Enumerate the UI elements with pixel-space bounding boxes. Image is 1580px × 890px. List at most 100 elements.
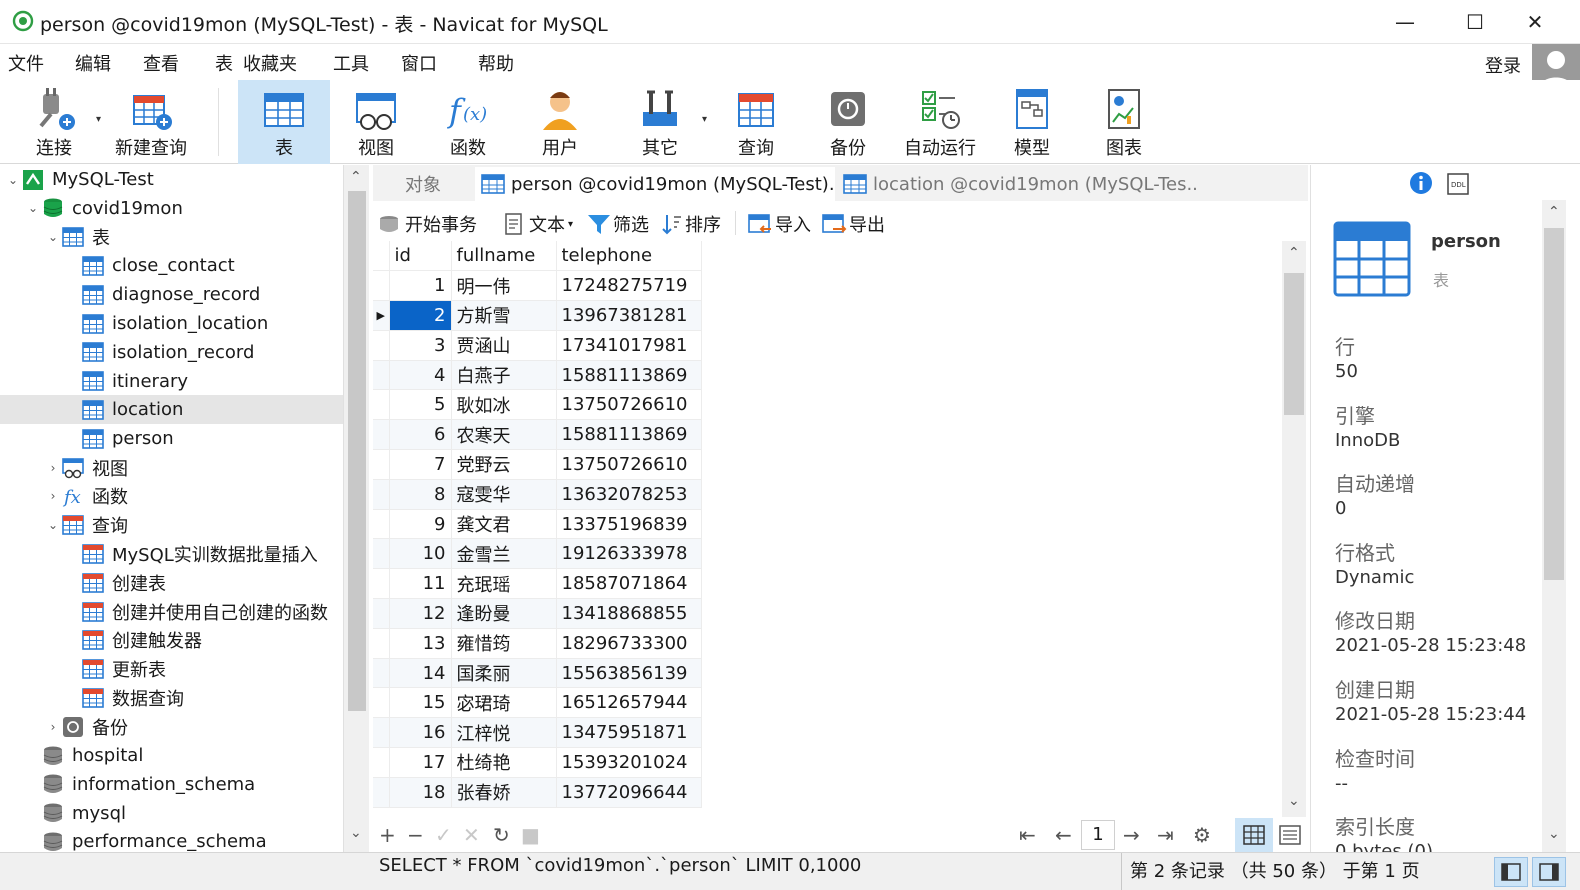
row-selector[interactable] (373, 270, 390, 302)
tree-item-数据查询[interactable]: 数据查询 (0, 683, 343, 712)
cell-telephone[interactable]: 13967381281 (556, 300, 702, 331)
table-row[interactable]: 14 国柔丽 15563856139 (373, 658, 702, 689)
cell-fullname[interactable]: 充珉瑶 (451, 568, 557, 600)
tree-item-备份[interactable]: › 备份 (0, 712, 343, 741)
menu-file[interactable]: 文件 (8, 50, 44, 76)
tree-scroll-thumb[interactable] (348, 191, 366, 711)
cell-fullname[interactable]: 江梓悦 (451, 717, 557, 749)
cell-id[interactable]: 7 (389, 449, 452, 480)
row-selector[interactable] (373, 717, 390, 749)
view-tool-button[interactable]: 视图 (330, 80, 422, 164)
scroll-up-icon[interactable]: ⌃ (1548, 204, 1560, 220)
cell-telephone[interactable]: 13418868855 (556, 598, 702, 629)
row-selector[interactable] (373, 747, 390, 778)
table-row[interactable]: 11 充珉瑶 18587071864 (373, 568, 702, 600)
auto-run-tool-button[interactable]: 自动运行 (894, 80, 986, 164)
row-selector[interactable] (373, 419, 390, 451)
expand-chevron-right-icon[interactable]: › (44, 461, 62, 475)
cell-telephone[interactable]: 15881113869 (556, 360, 702, 391)
toggle-right-panel-button[interactable] (1532, 857, 1566, 887)
row-selector[interactable] (373, 449, 390, 480)
grid-scroll-thumb[interactable] (1284, 273, 1304, 415)
cell-telephone[interactable]: 13632078253 (556, 479, 702, 510)
table-row[interactable]: 15 宓珺琦 16512657944 (373, 687, 702, 719)
tab-person[interactable]: person @covid19mon (MySQL-Test)... (475, 167, 835, 201)
expand-chevron-down-icon[interactable]: ⌄ (4, 173, 22, 187)
tree-item-isolation_record[interactable]: isolation_record (0, 338, 343, 367)
next-page-icon[interactable]: → (1123, 823, 1140, 847)
table-row[interactable]: 6 农寒天 15881113869 (373, 419, 702, 451)
cell-telephone[interactable]: 13772096644 (556, 777, 702, 808)
row-selector[interactable] (373, 687, 390, 719)
cell-telephone[interactable]: 13475951871 (556, 717, 702, 749)
cell-fullname[interactable]: 农寒天 (451, 419, 557, 451)
cell-telephone[interactable]: 13750726610 (556, 449, 702, 480)
cell-fullname[interactable]: 金雪兰 (451, 538, 557, 570)
column-header-fullname[interactable]: fullname (451, 241, 557, 272)
table-row[interactable]: 13 雍惜筠 18296733300 (373, 628, 702, 659)
row-selector[interactable] (373, 568, 390, 600)
delete-record-icon[interactable]: − (407, 823, 424, 847)
cell-telephone[interactable]: 16512657944 (556, 687, 702, 719)
cell-id[interactable]: 8 (389, 479, 452, 510)
page-number-input[interactable]: 1 (1081, 820, 1115, 850)
cell-id[interactable]: 17 (389, 747, 452, 778)
previous-page-icon[interactable]: ← (1055, 823, 1072, 847)
cell-fullname[interactable]: 方斯雪 (451, 300, 557, 331)
tree-item-表[interactable]: ⌄ 表 (0, 223, 343, 252)
menu-view[interactable]: 查看 (143, 50, 179, 76)
table-row[interactable]: 5 耿如冰 13750726610 (373, 389, 702, 421)
connect-dropdown-icon[interactable]: ▾ (96, 114, 101, 125)
tree-item-查询[interactable]: ⌄ 查询 (0, 511, 343, 540)
cell-fullname[interactable]: 杜绮艳 (451, 747, 557, 778)
table-tool-button[interactable]: 表 (238, 80, 330, 164)
user-tool-button[interactable]: 用户 (514, 80, 606, 164)
ddl-icon[interactable]: DDL (1447, 173, 1469, 199)
menu-edit[interactable]: 编辑 (75, 50, 111, 76)
expand-chevron-down-icon[interactable]: ⌄ (24, 201, 42, 215)
cell-fullname[interactable]: 白燕子 (451, 360, 557, 391)
row-selector[interactable] (373, 389, 390, 421)
cell-fullname[interactable]: 寇雯华 (451, 479, 557, 510)
tree-item-mysql实训数据批量插入[interactable]: MySQL实训数据批量插入 (0, 539, 343, 568)
tree-item-mysql-test[interactable]: ⌄ MySQL-Test (0, 165, 343, 194)
first-page-icon[interactable]: ⇤ (1019, 823, 1036, 847)
form-view-button[interactable] (1275, 818, 1305, 852)
row-selector[interactable] (373, 538, 390, 570)
import-button[interactable]: 导入 (747, 211, 811, 237)
minimize-button[interactable]: — (1370, 0, 1440, 44)
tree-scrollbar[interactable]: ⌃ ⌄ (343, 165, 369, 852)
last-page-icon[interactable]: ⇥ (1157, 823, 1174, 847)
expand-chevron-down-icon[interactable]: ⌄ (44, 518, 62, 532)
table-row[interactable]: 7 党野云 13750726610 (373, 449, 702, 480)
cell-id[interactable]: 3 (389, 330, 452, 361)
cell-fullname[interactable]: 逢盼曼 (451, 598, 557, 629)
tree-item-location[interactable]: location (0, 395, 343, 425)
tree-item-information_schema[interactable]: information_schema (0, 770, 343, 799)
close-button[interactable]: ✕ (1500, 0, 1570, 44)
tree-item-视图[interactable]: › 视图 (0, 453, 343, 482)
tree-item-diagnose_record[interactable]: diagnose_record (0, 280, 343, 309)
cell-id[interactable]: 16 (389, 717, 452, 749)
refresh-icon[interactable]: ↻ (493, 823, 510, 847)
filter-button[interactable]: 筛选 (587, 211, 649, 237)
table-row[interactable]: 16 江梓悦 13475951871 (373, 717, 702, 749)
cell-fullname[interactable]: 张春娇 (451, 777, 557, 808)
tree-item-更新表[interactable]: 更新表 (0, 655, 343, 684)
row-selector[interactable] (373, 479, 390, 510)
cell-id[interactable]: 13 (389, 628, 452, 659)
cell-id[interactable]: 2 (389, 300, 452, 331)
table-row[interactable]: 9 龚文君 13375196839 (373, 509, 702, 540)
cell-fullname[interactable]: 贾涵山 (451, 330, 557, 361)
cell-fullname[interactable]: 耿如冰 (451, 389, 557, 421)
expand-chevron-down-icon[interactable]: ⌄ (44, 230, 62, 244)
model-tool-button[interactable]: 模型 (986, 80, 1078, 164)
grid-view-button[interactable] (1235, 818, 1273, 852)
table-row[interactable]: 4 白燕子 15881113869 (373, 360, 702, 391)
tree-item-person[interactable]: person (0, 424, 343, 453)
table-row[interactable]: 1 明一伟 17248275719 (373, 270, 702, 302)
others-tool-button[interactable]: 其它 (614, 80, 706, 164)
apply-changes-icon[interactable]: ✓ (435, 823, 452, 847)
cell-id[interactable]: 4 (389, 360, 452, 391)
cell-telephone[interactable]: 13750726610 (556, 389, 702, 421)
